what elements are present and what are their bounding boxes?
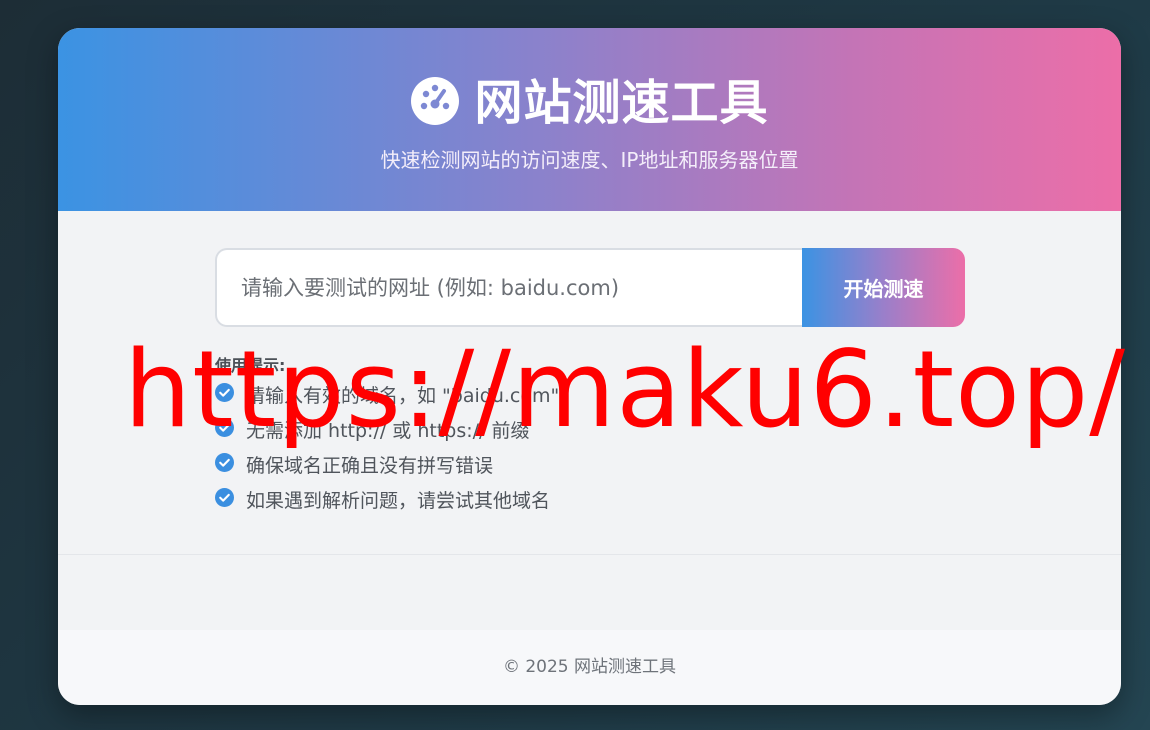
check-circle-icon xyxy=(215,487,234,512)
footer: © 2025 网站测速工具 xyxy=(58,630,1121,705)
divider xyxy=(58,554,1121,555)
url-input[interactable] xyxy=(215,248,802,327)
search-form: 开始测速 xyxy=(215,248,965,327)
copyright-text: © 2025 网站测速工具 xyxy=(502,657,677,677)
start-test-button[interactable]: 开始测速 xyxy=(802,248,965,327)
check-circle-icon xyxy=(215,417,234,442)
tip-item: 请输入有效的域名，如 "baidu.com" xyxy=(215,377,815,412)
tips-title: 使用提示: xyxy=(215,356,286,375)
tip-text: 如果遇到解析问题，请尝试其他域名 xyxy=(246,490,551,512)
tip-item: 确保域名正确且没有拼写错误 xyxy=(215,447,815,482)
page-subtitle: 快速检测网站的访问速度、IP地址和服务器位置 xyxy=(380,148,799,172)
title-row: 网站测速工具 xyxy=(58,28,1121,133)
check-circle-icon xyxy=(215,452,234,477)
tip-text: 无需添加 http:// 或 https:// 前缀 xyxy=(246,420,530,442)
page-title: 网站测速工具 xyxy=(474,75,769,131)
usage-tips: 使用提示: 请输入有效的域名，如 "baidu.com" 无需添加 http:/… xyxy=(215,355,815,517)
header-banner: 网站测速工具 快速检测网站的访问速度、IP地址和服务器位置 xyxy=(58,28,1121,211)
main-content: 开始测速 使用提示: 请输入有效的域名，如 "baidu.com" 无需添加 h… xyxy=(58,211,1121,629)
tip-item: 如果遇到解析问题，请尝试其他域名 xyxy=(215,482,815,517)
tip-text: 确保域名正确且没有拼写错误 xyxy=(246,455,494,477)
speedometer-icon xyxy=(410,76,460,130)
speed-test-card: 网站测速工具 快速检测网站的访问速度、IP地址和服务器位置 开始测速 使用提示:… xyxy=(58,28,1121,705)
tip-item: 无需添加 http:// 或 https:// 前缀 xyxy=(215,412,815,447)
tip-text: 请输入有效的域名，如 "baidu.com" xyxy=(246,385,560,407)
check-circle-icon xyxy=(215,382,234,407)
